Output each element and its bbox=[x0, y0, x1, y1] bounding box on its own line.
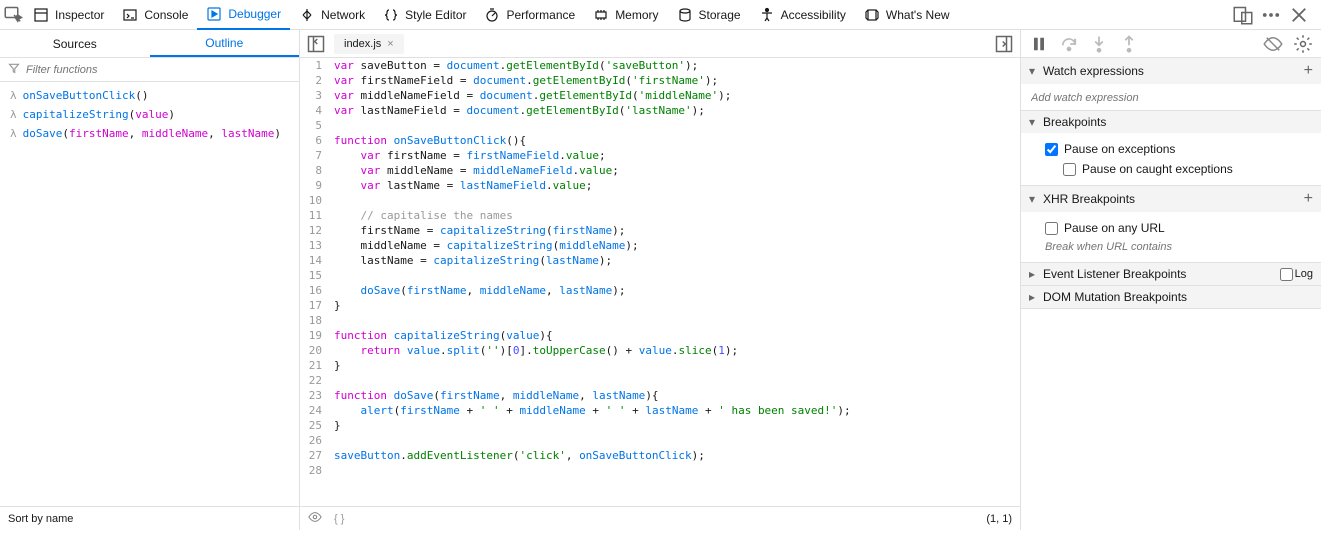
debugger-settings-icon[interactable] bbox=[1293, 34, 1313, 54]
outline-fn-capitalizeString[interactable]: λcapitalizeString(value) bbox=[0, 105, 299, 124]
pick-element-icon[interactable] bbox=[4, 5, 24, 25]
chevron-right-icon: ▸ bbox=[1029, 267, 1043, 281]
watch-expressions-title: Watch expressions bbox=[1043, 64, 1144, 78]
braces-icon[interactable]: { } bbox=[334, 513, 344, 525]
event-listener-title: Event Listener Breakpoints bbox=[1043, 267, 1186, 281]
tab-sources[interactable]: Sources bbox=[0, 30, 150, 57]
code-editor[interactable]: 1234567891011121314151617181920212223242… bbox=[300, 58, 1020, 506]
cursor-position: (1, 1) bbox=[986, 513, 1012, 525]
xhr-url-input[interactable] bbox=[1045, 241, 1297, 253]
filter-functions-input[interactable] bbox=[26, 64, 291, 76]
add-xhr-icon[interactable]: + bbox=[1304, 190, 1313, 208]
watch-expressions-header[interactable]: ▾ Watch expressions + bbox=[1021, 58, 1321, 84]
pause-on-caught-checkbox[interactable] bbox=[1063, 163, 1076, 176]
xhr-breakpoints-title: XHR Breakpoints bbox=[1043, 192, 1135, 206]
step-out-icon[interactable] bbox=[1119, 34, 1139, 54]
tab-style-editor[interactable]: Style Editor bbox=[374, 0, 475, 30]
tab-what-s-new[interactable]: What's New bbox=[855, 0, 959, 30]
left-panel: Sources Outline λonSaveButtonClick()λcap… bbox=[0, 30, 300, 530]
pause-on-exceptions-checkbox[interactable] bbox=[1045, 143, 1058, 156]
pause-any-url-checkbox[interactable] bbox=[1045, 222, 1058, 235]
file-tab-index-js[interactable]: index.js × bbox=[334, 34, 404, 54]
pause-on-caught-label: Pause on caught exceptions bbox=[1082, 162, 1233, 176]
file-tab-label: index.js bbox=[344, 38, 381, 50]
log-label: Log bbox=[1295, 268, 1313, 280]
add-watch-input[interactable] bbox=[1031, 92, 1311, 104]
outline-fn-onSaveButtonClick[interactable]: λonSaveButtonClick() bbox=[0, 86, 299, 105]
xhr-breakpoints-header[interactable]: ▾ XHR Breakpoints + bbox=[1021, 186, 1321, 212]
filter-icon bbox=[8, 62, 20, 77]
tab-accessibility[interactable]: Accessibility bbox=[750, 0, 855, 30]
tab-console[interactable]: Console bbox=[113, 0, 197, 30]
breakpoints-title: Breakpoints bbox=[1043, 115, 1106, 129]
right-panel: ▾ Watch expressions + ▾ Breakpoints Paus… bbox=[1021, 30, 1321, 530]
chevron-down-icon: ▾ bbox=[1029, 115, 1043, 129]
chevron-down-icon: ▾ bbox=[1029, 192, 1043, 206]
chevron-down-icon: ▾ bbox=[1029, 64, 1043, 78]
tab-storage[interactable]: Storage bbox=[668, 0, 750, 30]
close-icon[interactable] bbox=[1289, 5, 1309, 25]
function-list: λonSaveButtonClick()λcapitalizeString(va… bbox=[0, 82, 299, 506]
tab-debugger[interactable]: Debugger bbox=[197, 0, 290, 30]
pause-any-url-label: Pause on any URL bbox=[1064, 221, 1165, 235]
dom-mutation-breakpoints-header[interactable]: ▸ DOM Mutation Breakpoints bbox=[1021, 286, 1321, 308]
tab-memory[interactable]: Memory bbox=[584, 0, 667, 30]
event-listener-breakpoints-header[interactable]: ▸ Event Listener Breakpoints Log bbox=[1021, 263, 1321, 285]
add-watch-icon[interactable]: + bbox=[1304, 62, 1313, 80]
close-tab-icon[interactable]: × bbox=[387, 38, 393, 50]
tab-inspector[interactable]: Inspector bbox=[24, 0, 113, 30]
pause-on-exceptions-label: Pause on exceptions bbox=[1064, 142, 1175, 156]
dom-mutation-title: DOM Mutation Breakpoints bbox=[1043, 290, 1187, 304]
chevron-right-icon: ▸ bbox=[1029, 290, 1043, 304]
step-over-icon[interactable] bbox=[1059, 34, 1079, 54]
watch-expression-icon[interactable] bbox=[308, 510, 322, 527]
log-checkbox[interactable] bbox=[1280, 268, 1293, 281]
toggle-sources-tree-icon[interactable] bbox=[306, 34, 326, 54]
step-in-icon[interactable] bbox=[1089, 34, 1109, 54]
editor-panel: index.js × 12345678910111213141516171819… bbox=[300, 30, 1021, 530]
tab-outline[interactable]: Outline bbox=[150, 30, 300, 57]
tab-network[interactable]: Network bbox=[290, 0, 374, 30]
toggle-right-panel-icon[interactable] bbox=[994, 34, 1014, 54]
devtools-toolbar: InspectorConsoleDebuggerNetworkStyle Edi… bbox=[0, 0, 1321, 30]
responsive-mode-icon[interactable] bbox=[1233, 5, 1253, 25]
breakpoints-header[interactable]: ▾ Breakpoints bbox=[1021, 111, 1321, 133]
disable-breakpoints-icon[interactable] bbox=[1263, 34, 1283, 54]
kebab-menu-icon[interactable] bbox=[1261, 5, 1281, 25]
pause-icon[interactable] bbox=[1029, 34, 1049, 54]
sort-by-name[interactable]: Sort by name bbox=[0, 506, 299, 530]
outline-fn-doSave[interactable]: λdoSave(firstName, middleName, lastName) bbox=[0, 124, 299, 143]
tab-performance[interactable]: Performance bbox=[475, 0, 584, 30]
